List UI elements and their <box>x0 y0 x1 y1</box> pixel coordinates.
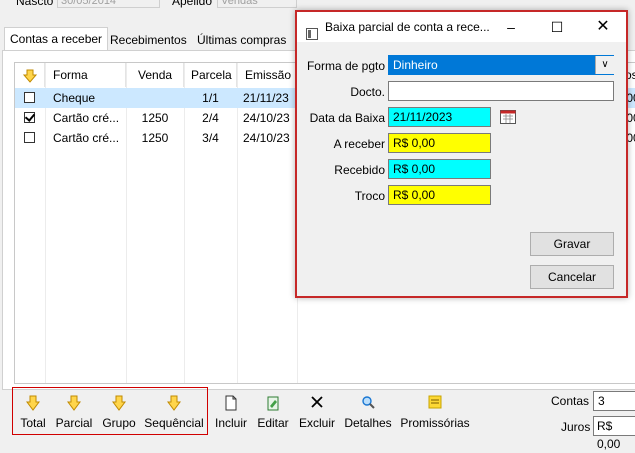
row-checkbox[interactable] <box>24 92 35 103</box>
close-icon[interactable]: ✕ <box>580 12 626 42</box>
arrow-down-icon <box>18 395 48 415</box>
excluir-label: Excluir <box>298 416 335 430</box>
window-icon <box>306 21 318 51</box>
apelido-label: Apelido <box>172 0 213 8</box>
grupo-label: Grupo <box>102 416 136 430</box>
sequencial-label: Sequêncial <box>144 416 204 430</box>
new-document-icon <box>212 395 250 415</box>
contas-label: Contas <box>551 394 590 408</box>
sort-arrow-icon[interactable] <box>15 63 45 87</box>
detalhes-button[interactable]: Detalhes <box>343 395 393 435</box>
excluir-button[interactable]: Excluir <box>297 395 337 435</box>
docto-label: Docto. <box>350 85 385 99</box>
total-label: Total <box>20 416 46 430</box>
incluir-button[interactable]: Incluir <box>212 395 250 435</box>
sequencial-button[interactable]: Sequêncial <box>143 395 205 435</box>
troco-field: R$ 0,00 <box>388 185 491 205</box>
top-form-strip: Nascto 30/05/2014 Apelido Vendas <box>0 0 635 10</box>
juros-field: R$ 0,00 <box>593 416 635 451</box>
promissorias-label: Promissórias <box>400 416 470 430</box>
cell-forma: Cartão cré... <box>53 111 120 125</box>
data-baixa-label: Data da Baixa <box>309 111 385 125</box>
detalhes-label: Detalhes <box>344 416 392 430</box>
promissorias-button[interactable]: Promissórias <box>399 395 471 435</box>
cell-forma: Cartão cré... <box>53 131 120 145</box>
juros-label: Juros <box>561 420 591 434</box>
arrow-down-icon <box>54 395 94 415</box>
cell-venda: 1250 <box>141 111 169 125</box>
cancelar-button[interactable]: Cancelar <box>530 265 614 289</box>
total-button[interactable]: Total <box>18 395 48 435</box>
parcial-label: Parcial <box>55 416 93 430</box>
apelido-field[interactable]: Vendas <box>217 0 297 8</box>
calendar-icon[interactable] <box>500 109 516 127</box>
cell-venda <box>126 88 184 108</box>
delete-x-icon <box>297 395 337 415</box>
editar-label: Editar <box>257 416 289 430</box>
parcial-button[interactable]: Parcial <box>54 395 94 435</box>
cell-emissao: 21/11/23 <box>243 91 289 105</box>
maximize-icon[interactable]: ☐ <box>534 12 580 42</box>
tab-recebimentos[interactable]: Recebimentos <box>104 28 193 50</box>
dialog-title: Baixa parcial de conta a rece... <box>325 20 490 34</box>
magnifier-icon <box>343 395 393 415</box>
cell-venda: 1250 <box>141 131 169 145</box>
gravar-button[interactable]: Gravar <box>530 232 614 256</box>
tab-contas-a-receber[interactable]: Contas a receber <box>4 27 109 51</box>
nascto-label: Nascto <box>16 0 54 8</box>
header-parcela[interactable]: Parcela <box>184 63 237 87</box>
recebido-label: Recebido <box>334 163 385 177</box>
arrow-down-icon <box>143 395 205 415</box>
troco-label: Troco <box>354 189 385 203</box>
a-receber-field: R$ 0,00 <box>388 133 491 153</box>
edit-icon <box>255 395 291 415</box>
note-icon <box>399 395 471 415</box>
tab-ultimas-compras[interactable]: Últimas compras <box>191 28 292 50</box>
grupo-button[interactable]: Grupo <box>100 395 138 435</box>
contas-field: 3 <box>593 391 635 411</box>
minimize-icon[interactable]: – <box>488 12 534 42</box>
nascto-field[interactable]: 30/05/2014 <box>57 0 160 8</box>
dialog-titlebar[interactable]: Baixa parcial de conta a rece... – ☐ ✕ <box>297 12 626 42</box>
cell-emissao: 24/10/23 <box>243 131 290 145</box>
header-emissao[interactable]: Emissão <box>237 63 297 87</box>
cell-parcela: 1/1 <box>202 91 219 105</box>
recebido-input[interactable]: R$ 0,00 <box>388 159 491 179</box>
a-receber-label: A receber <box>333 137 385 151</box>
arrow-down-icon <box>100 395 138 415</box>
row-checkbox[interactable] <box>24 132 35 143</box>
incluir-label: Incluir <box>214 416 247 430</box>
cell-emissao: 24/10/23 <box>243 111 290 125</box>
baixa-parcial-dialog: Baixa parcial de conta a rece... – ☐ ✕ F… <box>295 10 628 298</box>
docto-input[interactable] <box>388 81 614 101</box>
forma-pgto-select[interactable]: Dinheiro <box>388 55 614 75</box>
cell-forma: Cheque <box>53 91 96 105</box>
header-forma[interactable]: Forma <box>45 63 126 87</box>
chevron-down-icon[interactable]: ∨ <box>595 56 614 74</box>
row-checkbox[interactable] <box>24 112 35 123</box>
cell-parcela: 2/4 <box>202 111 219 125</box>
forma-pgto-label: Forma de pgto <box>306 59 385 73</box>
editar-button[interactable]: Editar <box>255 395 291 435</box>
data-baixa-input[interactable]: 21/11/2023 <box>388 107 491 127</box>
cell-parcela: 3/4 <box>202 131 219 145</box>
header-venda[interactable]: Venda <box>126 63 184 87</box>
